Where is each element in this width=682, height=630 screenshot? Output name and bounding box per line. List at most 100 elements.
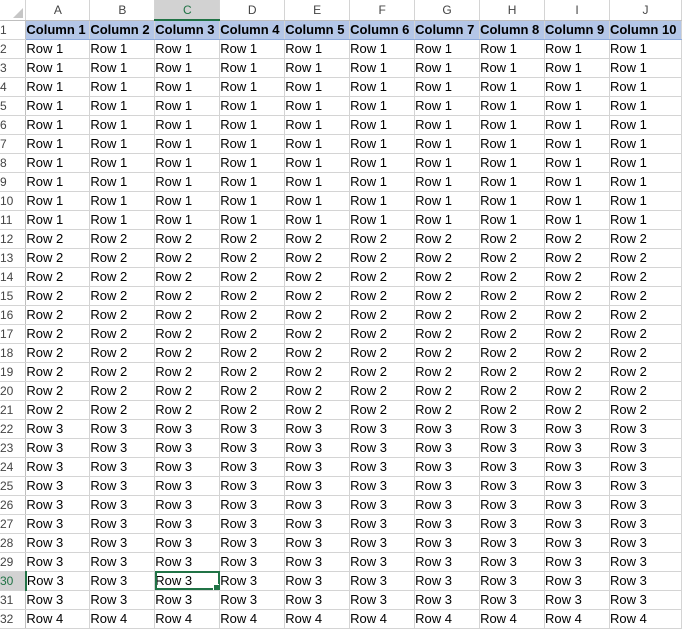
cell-f11[interactable]: Row 1 [349, 210, 416, 230]
cell-g25[interactable]: Row 3 [414, 476, 481, 496]
cell-d17[interactable]: Row 2 [219, 324, 286, 344]
row-header-18[interactable]: 18 [0, 343, 27, 363]
cell-j30[interactable]: Row 3 [609, 571, 682, 591]
cell-a12[interactable]: Row 2 [25, 229, 91, 249]
cell-d32[interactable]: Row 4 [219, 609, 286, 629]
cell-h1[interactable]: Column 8 [479, 20, 546, 40]
cell-j29[interactable]: Row 3 [609, 552, 682, 572]
cell-a14[interactable]: Row 2 [25, 267, 91, 287]
cell-j8[interactable]: Row 1 [609, 153, 682, 173]
cell-g6[interactable]: Row 1 [414, 115, 481, 135]
cell-f6[interactable]: Row 1 [349, 115, 416, 135]
cell-j31[interactable]: Row 3 [609, 590, 682, 610]
cell-f21[interactable]: Row 2 [349, 400, 416, 420]
cell-c12[interactable]: Row 2 [154, 229, 221, 249]
cell-b23[interactable]: Row 3 [89, 438, 156, 458]
cell-f7[interactable]: Row 1 [349, 134, 416, 154]
cell-f9[interactable]: Row 1 [349, 172, 416, 192]
cell-i19[interactable]: Row 2 [544, 362, 610, 382]
cell-a17[interactable]: Row 2 [25, 324, 91, 344]
cell-b29[interactable]: Row 3 [89, 552, 156, 572]
cell-e6[interactable]: Row 1 [284, 115, 351, 135]
cell-f29[interactable]: Row 3 [349, 552, 416, 572]
cell-i8[interactable]: Row 1 [544, 153, 610, 173]
row-header-32[interactable]: 32 [0, 609, 27, 629]
cell-i4[interactable]: Row 1 [544, 77, 610, 97]
cell-i23[interactable]: Row 3 [544, 438, 610, 458]
cell-c5[interactable]: Row 1 [154, 96, 221, 116]
cell-c22[interactable]: Row 3 [154, 419, 221, 439]
cell-i25[interactable]: Row 3 [544, 476, 610, 496]
cell-j7[interactable]: Row 1 [609, 134, 682, 154]
cell-e13[interactable]: Row 2 [284, 248, 351, 268]
cell-e3[interactable]: Row 1 [284, 58, 351, 78]
cell-b22[interactable]: Row 3 [89, 419, 156, 439]
cell-h5[interactable]: Row 1 [479, 96, 546, 116]
cell-d15[interactable]: Row 2 [219, 286, 286, 306]
cell-c1[interactable]: Column 3 [154, 20, 221, 40]
cell-e18[interactable]: Row 2 [284, 343, 351, 363]
cell-d18[interactable]: Row 2 [219, 343, 286, 363]
row-header-6[interactable]: 6 [0, 115, 27, 135]
cell-e11[interactable]: Row 1 [284, 210, 351, 230]
cell-b3[interactable]: Row 1 [89, 58, 156, 78]
cell-b12[interactable]: Row 2 [89, 229, 156, 249]
cell-c13[interactable]: Row 2 [154, 248, 221, 268]
column-header-i[interactable]: I [544, 0, 610, 21]
row-header-21[interactable]: 21 [0, 400, 27, 420]
cell-d21[interactable]: Row 2 [219, 400, 286, 420]
cell-i7[interactable]: Row 1 [544, 134, 610, 154]
cell-i16[interactable]: Row 2 [544, 305, 610, 325]
row-header-25[interactable]: 25 [0, 476, 27, 496]
cell-a21[interactable]: Row 2 [25, 400, 91, 420]
cell-a19[interactable]: Row 2 [25, 362, 91, 382]
selected-cell[interactable]: Row 3 [154, 571, 221, 591]
cell-d6[interactable]: Row 1 [219, 115, 286, 135]
cell-i27[interactable]: Row 3 [544, 514, 610, 534]
cell-h31[interactable]: Row 3 [479, 590, 546, 610]
cell-g29[interactable]: Row 3 [414, 552, 481, 572]
cell-g14[interactable]: Row 2 [414, 267, 481, 287]
cell-e32[interactable]: Row 4 [284, 609, 351, 629]
cell-d7[interactable]: Row 1 [219, 134, 286, 154]
row-header-24[interactable]: 24 [0, 457, 27, 477]
cell-i10[interactable]: Row 1 [544, 191, 610, 211]
cell-j32[interactable]: Row 4 [609, 609, 682, 629]
cell-d13[interactable]: Row 2 [219, 248, 286, 268]
cell-d20[interactable]: Row 2 [219, 381, 286, 401]
cell-f1[interactable]: Column 6 [349, 20, 416, 40]
column-header-b[interactable]: B [89, 0, 156, 21]
cell-h4[interactable]: Row 1 [479, 77, 546, 97]
row-header-22[interactable]: 22 [0, 419, 27, 439]
cell-j18[interactable]: Row 2 [609, 343, 682, 363]
cell-e27[interactable]: Row 3 [284, 514, 351, 534]
row-header-20[interactable]: 20 [0, 381, 27, 401]
cell-b8[interactable]: Row 1 [89, 153, 156, 173]
cell-c10[interactable]: Row 1 [154, 191, 221, 211]
row-header-19[interactable]: 19 [0, 362, 27, 382]
cell-j13[interactable]: Row 2 [609, 248, 682, 268]
cell-g16[interactable]: Row 2 [414, 305, 481, 325]
cell-b13[interactable]: Row 2 [89, 248, 156, 268]
cell-d16[interactable]: Row 2 [219, 305, 286, 325]
cell-g23[interactable]: Row 3 [414, 438, 481, 458]
cell-c19[interactable]: Row 2 [154, 362, 221, 382]
cell-a30[interactable]: Row 3 [25, 571, 91, 591]
row-header-14[interactable]: 14 [0, 267, 27, 287]
cell-b9[interactable]: Row 1 [89, 172, 156, 192]
cell-e8[interactable]: Row 1 [284, 153, 351, 173]
cell-h2[interactable]: Row 1 [479, 39, 546, 59]
cell-h32[interactable]: Row 4 [479, 609, 546, 629]
column-header-d[interactable]: D [219, 0, 286, 21]
cell-c29[interactable]: Row 3 [154, 552, 221, 572]
cell-h19[interactable]: Row 2 [479, 362, 546, 382]
cell-c9[interactable]: Row 1 [154, 172, 221, 192]
cell-i18[interactable]: Row 2 [544, 343, 610, 363]
cell-a26[interactable]: Row 3 [25, 495, 91, 515]
cell-g9[interactable]: Row 1 [414, 172, 481, 192]
cell-h24[interactable]: Row 3 [479, 457, 546, 477]
cell-c15[interactable]: Row 2 [154, 286, 221, 306]
cell-i12[interactable]: Row 2 [544, 229, 610, 249]
cell-e24[interactable]: Row 3 [284, 457, 351, 477]
cell-c11[interactable]: Row 1 [154, 210, 221, 230]
